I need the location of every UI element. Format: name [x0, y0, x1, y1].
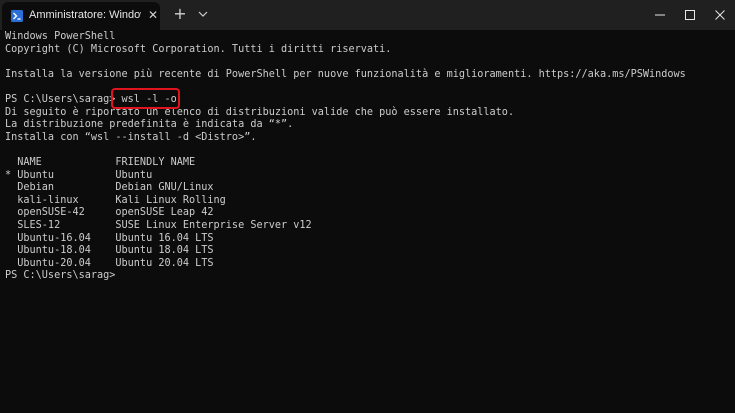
table-row: Ubuntu-18.04 Ubuntu 18.04 LTS [5, 245, 214, 257]
table-header: NAME FRIENDLY NAME [5, 156, 196, 168]
tab-powershell[interactable]: Amministratore: Windows PowerShell ✕ [2, 2, 160, 30]
tab-title: Amministratore: Windows PowerShell [29, 9, 141, 21]
maximize-button[interactable] [675, 0, 705, 30]
terminal-command-line: PS C:\Users\sarag> wsl -l -o [5, 93, 177, 105]
terminal-output[interactable]: Windows PowerShell Copyright (C) Microso… [5, 31, 730, 409]
table-row: Ubuntu-16.04 Ubuntu 16.04 LTS [5, 232, 214, 244]
minimize-icon [655, 14, 665, 16]
terminal-line: Windows PowerShell [5, 31, 116, 42]
title-bar: Amministratore: Windows PowerShell ✕ + [0, 0, 735, 30]
new-tab-button[interactable]: + [172, 6, 188, 22]
terminal-prompt: PS C:\Users\sarag> [5, 270, 116, 282]
chevron-down-icon[interactable] [196, 7, 210, 21]
close-button[interactable] [705, 0, 735, 30]
table-row: kali-linux Kali Linux Rolling [5, 194, 226, 206]
table-row: Ubuntu-20.04 Ubuntu 20.04 LTS [5, 257, 214, 269]
terminal-line: Di seguito è riportato un elenco di dist… [5, 106, 515, 118]
terminal-line: Installa la versione più recente di Powe… [5, 68, 686, 80]
close-icon [715, 10, 725, 20]
powershell-icon [11, 10, 23, 22]
table-row: SLES-12 SUSE Linux Enterprise Server v12 [5, 219, 312, 231]
terminal-line: La distribuzione predefinita è indicata … [5, 119, 294, 131]
table-row: * Ubuntu Ubuntu [5, 169, 153, 181]
minimize-button[interactable] [645, 0, 675, 30]
table-row: openSUSE-42 openSUSE Leap 42 [5, 207, 214, 219]
tab-close-icon[interactable]: ✕ [147, 8, 159, 22]
terminal-line: Installa con “wsl --install -d <Distro>”… [5, 131, 257, 143]
table-row: Debian Debian GNU/Linux [5, 182, 214, 194]
terminal-line: Copyright (C) Microsoft Corporation. Tut… [5, 43, 392, 55]
maximize-icon [685, 10, 695, 20]
